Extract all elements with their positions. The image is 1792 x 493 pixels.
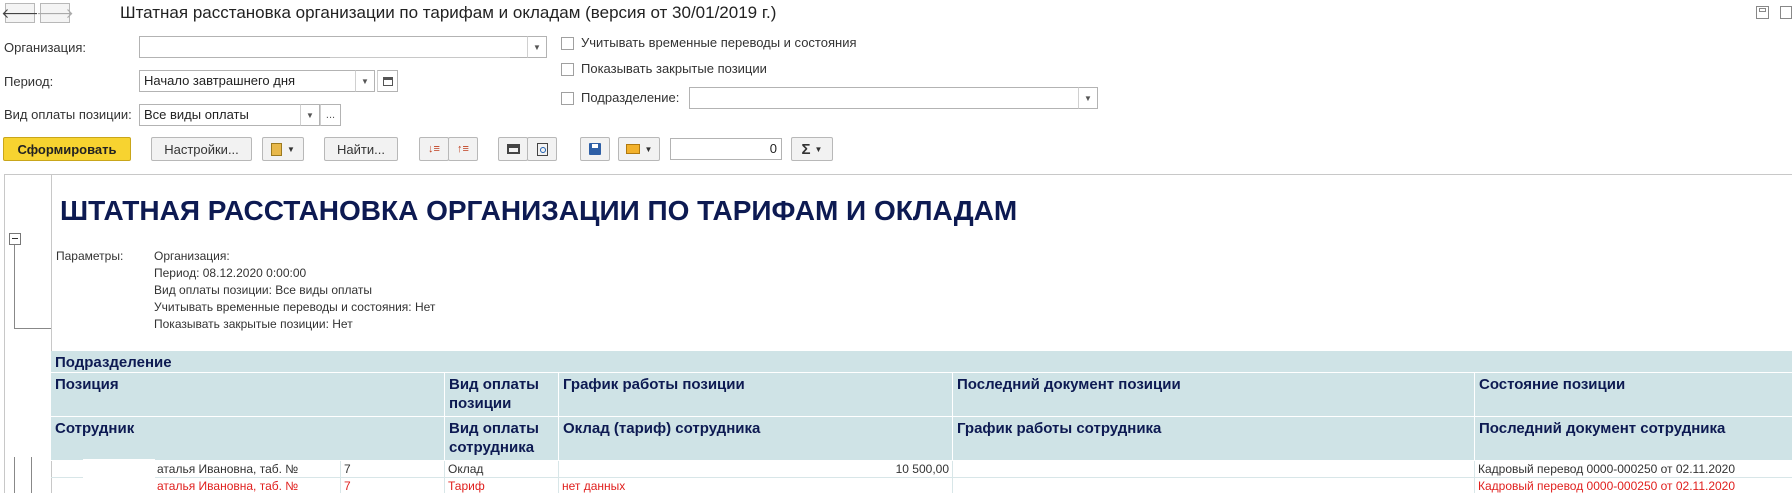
chevron-down-icon: ▼ — [814, 144, 823, 154]
print-preview-button[interactable] — [527, 137, 557, 161]
param-line: Организация: — [154, 249, 230, 263]
collapse-group-button[interactable] — [9, 233, 21, 245]
temp-transfers-label: Учитывать временные переводы и состояния — [581, 35, 857, 50]
header-position-schedule: График работы позиции — [559, 373, 953, 417]
row-payment: Оклад — [445, 461, 559, 478]
print-button[interactable] — [498, 137, 528, 161]
row-last-doc: Кадровый перевод 0000-000250 от 02.11.20… — [1475, 461, 1792, 478]
forward-button[interactable]: 🡒 — [36, 3, 74, 23]
header-position-payment: Вид оплаты позиции — [445, 373, 559, 417]
counter-field[interactable]: 0 — [670, 138, 782, 160]
chevron-down-icon: ▼ — [361, 76, 369, 86]
period-input[interactable]: Начало завтрашнего дня — [139, 70, 359, 92]
save-button[interactable] — [580, 137, 610, 161]
report-spreadsheet[interactable]: ШТАТНАЯ РАССТАНОВКА ОРГАНИЗАЦИИ ПО ТАРИФ… — [4, 174, 1792, 493]
back-button[interactable]: 🡐 — [1, 3, 39, 23]
sort-ascending-icon: ↓≡ — [428, 143, 440, 155]
subdivision-input[interactable] — [689, 87, 1083, 109]
envelope-icon — [625, 144, 640, 154]
payment-type-input[interactable]: Все виды оплаты — [139, 104, 304, 126]
param-line: Вид оплаты позиции: Все виды оплаты — [154, 283, 373, 297]
row-salary: нет данных — [559, 478, 953, 493]
row-tab-no: 7 — [341, 461, 445, 478]
param-line: Учитывать временные переводы и состояния… — [154, 300, 436, 314]
redacted-block — [83, 459, 155, 493]
period-label: Период: — [4, 74, 54, 89]
row-group-line — [14, 457, 15, 493]
subdivision-dropdown-button[interactable]: ▼ — [1078, 87, 1098, 109]
row-schedule — [953, 461, 1475, 478]
report-heading: ШТАТНАЯ РАССТАНОВКА ОРГАНИЗАЦИИ ПО ТАРИФ… — [60, 195, 1018, 226]
param-line: Период: 08.12.2020 0:00:00 — [154, 266, 307, 280]
payment-type-select-button[interactable]: ... — [320, 104, 341, 126]
chevron-down-icon: ▼ — [287, 144, 295, 154]
grouping-bracket — [14, 245, 51, 329]
calendar-icon — [382, 76, 393, 86]
find-button[interactable]: Найти... — [324, 137, 398, 161]
subdivision-label: Подразделение: — [581, 90, 680, 105]
floppy-icon — [589, 143, 601, 155]
sum-icon: Σ — [801, 140, 811, 158]
show-closed-label: Показывать закрытые позиции — [581, 61, 767, 76]
header-employee-schedule: График работы сотрудника — [953, 417, 1475, 461]
params-label: Параметры: — [56, 249, 124, 263]
print-preview-icon — [536, 142, 548, 156]
show-closed-checkbox[interactable] — [561, 63, 574, 76]
header-employee-payment: Вид оплаты сотрудника — [445, 417, 559, 461]
generate-button[interactable]: Сформировать — [3, 137, 131, 161]
header-position-last-doc: Последний документ позиции — [953, 373, 1475, 417]
organization-dropdown-button[interactable]: ▼ — [527, 36, 547, 58]
organization-input-divider — [330, 57, 510, 58]
organization-input[interactable] — [139, 36, 531, 58]
row-schedule — [953, 478, 1475, 493]
header-employee-salary: Оклад (тариф) сотрудника — [559, 417, 953, 461]
chevron-down-icon: ▼ — [533, 42, 541, 52]
header-employee-last-doc: Последний документ сотрудника — [1475, 417, 1792, 461]
variant-menu-button[interactable]: ▼ — [262, 137, 304, 161]
header-position: Позиция — [51, 373, 445, 417]
paste-icon — [271, 142, 283, 156]
arrow-right-icon: 🡒 — [36, 4, 74, 21]
chevron-down-icon: ▼ — [1084, 93, 1092, 103]
arrow-left-icon: 🡐 — [1, 4, 39, 21]
sum-button[interactable]: Σ ▼ — [791, 137, 833, 161]
window-title: Штатная расстановка организации по тариф… — [120, 3, 777, 22]
row-payment: Тариф — [445, 478, 559, 493]
settings-button[interactable]: Настройки... — [151, 137, 252, 161]
header-employee: Сотрудник — [51, 417, 445, 461]
sort-descending-button[interactable]: ↑≡ — [448, 137, 478, 161]
row-last-doc: Кадровый перевод 0000-000250 от 02.11.20… — [1475, 478, 1792, 493]
header-subdivision: Подразделение — [51, 351, 1792, 373]
chevron-down-icon: ▼ — [306, 110, 314, 120]
organization-label: Организация: — [4, 40, 87, 55]
save-window-icon[interactable] — [1756, 6, 1769, 19]
send-email-button[interactable]: ▼ — [618, 137, 660, 161]
more-window-icon[interactable] — [1780, 6, 1792, 19]
row-group-line-2 — [31, 457, 32, 493]
printer-icon — [506, 144, 520, 154]
subdivision-checkbox[interactable] — [561, 92, 574, 105]
chevron-down-icon: ▼ — [644, 144, 653, 154]
payment-type-dropdown-button[interactable]: ▼ — [300, 104, 320, 126]
sort-ascending-button[interactable]: ↓≡ — [419, 137, 449, 161]
period-calendar-button[interactable] — [377, 70, 398, 92]
row-salary: 10 500,00 — [559, 461, 953, 478]
header-position-state: Состояние позиции — [1475, 373, 1792, 417]
payment-type-label: Вид оплаты позиции: — [4, 107, 132, 122]
sort-descending-icon: ↑≡ — [457, 143, 469, 155]
param-line: Показывать закрытые позиции: Нет — [154, 317, 353, 331]
period-dropdown-button[interactable]: ▼ — [355, 70, 375, 92]
temp-transfers-checkbox[interactable] — [561, 37, 574, 50]
row-tab-no: 7 — [341, 478, 445, 493]
